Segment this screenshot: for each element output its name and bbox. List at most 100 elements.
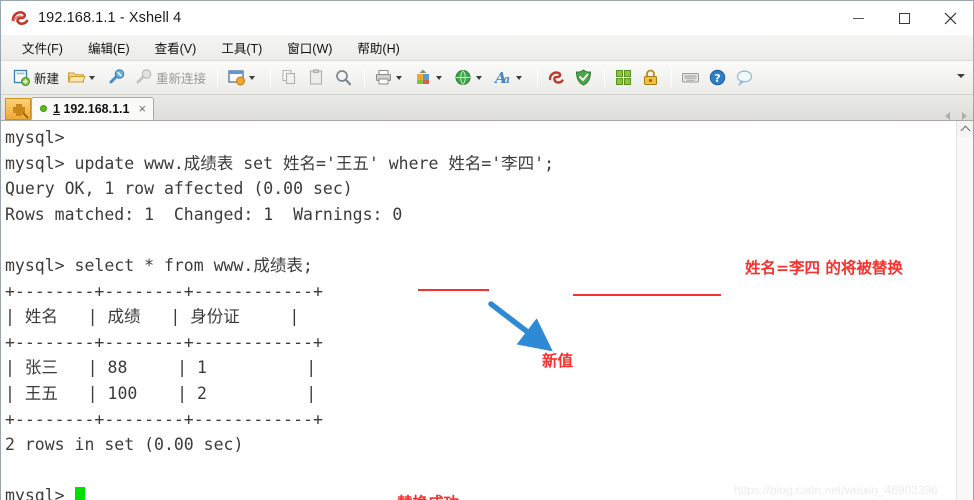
terminal-tab[interactable]: 1 192.168.1.1 × (31, 97, 155, 120)
svg-text:?: ? (714, 72, 720, 85)
keyboard-icon (681, 68, 700, 87)
browser-caret-icon[interactable] (476, 75, 483, 80)
annotation-new-value: 新值 (542, 352, 574, 370)
find-button[interactable] (331, 65, 356, 91)
scrollbar-track[interactable] (957, 137, 973, 500)
terminal-line: 2 rows in set (0.00 sec) (5, 435, 244, 455)
transfer-button[interactable] (411, 65, 449, 91)
print-button[interactable] (371, 65, 409, 91)
menu-help[interactable]: 帮助(H) (348, 35, 408, 60)
toolbar-separator (537, 67, 539, 88)
tab-scroll-controls (945, 112, 973, 120)
annotation-replaced-target: 姓名=李四 的将被替换 (745, 259, 903, 277)
copy-icon (280, 68, 299, 87)
lock-button[interactable] (638, 65, 663, 91)
copy-button (277, 65, 302, 91)
terminal-line: +--------+--------+------------+ (5, 332, 323, 352)
window-title: 192.168.1.1 - Xshell 4 (38, 10, 182, 26)
keyboard-button (678, 65, 703, 91)
scroll-up-icon[interactable] (957, 121, 973, 137)
plug-connect-icon (107, 68, 126, 87)
terminal-line: Rows matched: 1 Changed: 1 Warnings: 0 (5, 204, 403, 224)
terminal-line: Query OK, 1 row affected (0.00 sec) (5, 179, 353, 199)
tab-index: 1 (53, 101, 60, 116)
toolbar: 新建 重新连接 A a ? (1, 61, 973, 95)
new-session-button[interactable]: 新建 (9, 65, 62, 91)
font-letter-icon: A a (493, 68, 513, 87)
browser-button[interactable] (451, 65, 489, 91)
toolbar-separator (364, 67, 366, 88)
open-folder-button[interactable] (64, 65, 102, 91)
tab-scroll-right-icon[interactable] (962, 112, 967, 120)
terminal-line: | 姓名 | 成绩 | 身份证 | (5, 307, 300, 327)
tile-grid-icon (614, 68, 633, 87)
annotation-success: 替换成功 (397, 491, 459, 500)
toolbar-separator (270, 67, 272, 88)
search-icon (334, 68, 353, 87)
terminal-line: | 王五 | 100 | 2 | (5, 383, 317, 403)
tab-title: 192.168.1.1 (63, 101, 130, 116)
menu-window[interactable]: 窗口(W) (278, 35, 341, 60)
tab-status-icon (40, 105, 47, 112)
toolbar-overflow-icon[interactable] (957, 74, 965, 78)
printer-icon (374, 68, 393, 87)
terminal-scrollbar[interactable] (956, 121, 973, 500)
terminal-line (5, 458, 956, 484)
reconnect-button: 重新连接 (131, 65, 209, 91)
terminal-line: mysql> update www.成绩表 set 姓名='王五' where … (5, 153, 555, 173)
menu-edit[interactable]: 编辑(E) (79, 35, 139, 60)
new-session-label: 新建 (34, 72, 60, 86)
minimize-button[interactable] (835, 1, 881, 35)
open-folder-caret-icon[interactable] (89, 75, 96, 80)
file-transfer-icon (414, 68, 433, 87)
toolbar-separator (671, 67, 673, 88)
underline-new-value (418, 289, 489, 291)
window-controls (835, 1, 973, 35)
speech-bubble-icon (735, 68, 754, 87)
terminal-line: | 张三 | 88 | 1 | (5, 358, 317, 378)
reconnect-label: 重新连接 (156, 72, 207, 86)
session-launcher-icon[interactable] (5, 98, 31, 120)
tab-close-icon[interactable]: × (138, 102, 146, 115)
menu-file[interactable]: 文件(F) (13, 35, 72, 60)
xftp-button[interactable] (571, 65, 596, 91)
terminal-screen[interactable]: mysql> mysql> update www.成绩表 set 姓名='王五'… (1, 121, 956, 500)
session-window-icon (227, 68, 246, 87)
terminal-line: +--------+--------+------------+ (5, 409, 323, 429)
close-button[interactable] (927, 1, 973, 35)
toolbar-separator (217, 67, 219, 88)
tab-strip: 1 192.168.1.1 × (1, 95, 973, 121)
session-manager-button[interactable] (224, 65, 262, 91)
plug-disconnect-icon (134, 68, 153, 87)
terminal-prompt: mysql> (5, 486, 65, 500)
font-caret-icon[interactable] (516, 75, 523, 80)
xshell-logo-icon (10, 8, 30, 28)
maximize-button[interactable] (881, 1, 927, 35)
help-question-icon: ? (708, 68, 727, 87)
session-manager-caret-icon[interactable] (249, 75, 256, 80)
new-file-icon (12, 68, 31, 87)
menu-view[interactable]: 查看(V) (146, 35, 206, 60)
menu-bar: 文件(F) 编辑(E) 查看(V) 工具(T) 窗口(W) 帮助(H) (1, 35, 973, 61)
help-button[interactable]: ? (705, 65, 730, 91)
tab-scroll-left-icon[interactable] (945, 112, 950, 120)
connect-button[interactable] (104, 65, 129, 91)
svg-text:a: a (503, 73, 510, 86)
terminal-line: +--------+--------+------------+ (5, 281, 323, 301)
print-caret-icon[interactable] (396, 75, 403, 80)
watermark: https://blog.csdn.net/weixin_46902396 (733, 482, 938, 497)
terminal-area: mysql> mysql> update www.成绩表 set 姓名='王五'… (1, 121, 973, 500)
feedback-button[interactable] (732, 65, 757, 91)
terminal-line: mysql> (5, 128, 65, 147)
xftp-shield-icon (574, 68, 593, 87)
paste-button (304, 65, 329, 91)
folder-open-icon (67, 68, 86, 87)
underline-old-value (573, 294, 721, 296)
title-bar: 192.168.1.1 - Xshell 4 (1, 1, 973, 35)
menu-tools[interactable]: 工具(T) (212, 35, 271, 60)
tile-windows-button[interactable] (611, 65, 636, 91)
terminal-line (5, 227, 956, 253)
transfer-caret-icon[interactable] (436, 75, 443, 80)
font-button[interactable]: A a (491, 65, 529, 91)
xshell-button[interactable] (544, 65, 569, 91)
